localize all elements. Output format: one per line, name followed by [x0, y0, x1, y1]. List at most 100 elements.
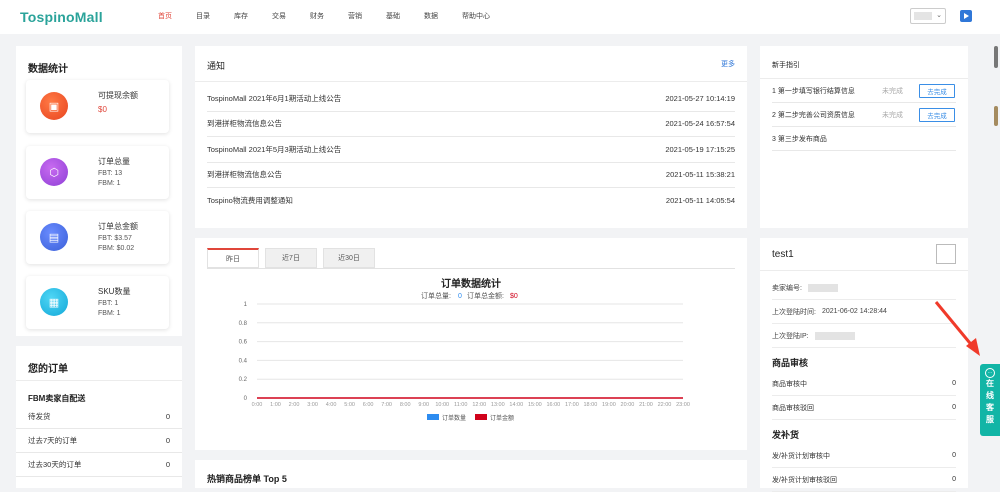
kv-value: 0	[952, 380, 956, 387]
seller-id-label: 卖家编号:	[772, 284, 802, 292]
order-line-chart: 订单数据统计 订单总量: 0 订单总金额: $0 00.20.40.60.81 …	[239, 277, 690, 422]
guide-step-3[interactable]: 3 第三步发布商品	[772, 127, 956, 151]
qrcode-icon: ▦	[40, 288, 68, 316]
notice-item[interactable]: 到港拼柜物流信息公告 2021-05-24 16:57:54	[207, 112, 735, 137]
notice-item-title: TospinoMall 2021年6月1期活动上线公告	[207, 93, 342, 103]
scroll-marker[interactable]	[994, 46, 998, 68]
kv-label: 发/补货计划审核中	[772, 452, 830, 460]
stat-sku-fbm: FBM: 1	[98, 310, 121, 317]
kv-label: 发/补货计划审核驳回	[772, 476, 837, 484]
legend-swatch[interactable]	[475, 414, 487, 420]
nav-inventory[interactable]: 库存	[234, 11, 248, 21]
x-tick-label: 0:00	[252, 402, 263, 408]
nav-data[interactable]: 数据	[424, 11, 438, 21]
restock-pending-row[interactable]: 发/补货计划审核中 0	[772, 444, 956, 468]
guide-complete-button[interactable]: 去完成	[919, 108, 955, 122]
stat-orders[interactable]: ⬡ 订单总量 FBT: 13 FBM: 1	[26, 146, 169, 199]
nav-marketing[interactable]: 营销	[348, 11, 362, 21]
nav-home[interactable]: 首页	[158, 11, 172, 21]
account-avatar-image	[936, 244, 956, 264]
x-tick-label: 1:00	[270, 402, 281, 408]
notice-more-link[interactable]: 更多	[721, 59, 735, 69]
document-icon: ▤	[40, 223, 68, 251]
x-tick-label: 9:00	[418, 402, 429, 408]
order-row-pending[interactable]: 待发货 0	[16, 405, 182, 429]
guide-title: 新手指引	[772, 62, 800, 69]
top-right-tools: ⌄	[910, 8, 972, 24]
legend-swatch[interactable]	[427, 414, 439, 420]
notice-item[interactable]: TospinoMall 2021年6月1期活动上线公告 2021-05-27 1…	[207, 86, 735, 112]
nav-catalog[interactable]: 目录	[196, 11, 210, 21]
stat-sku[interactable]: ▦ SKU数量 FBT: 1 FBM: 1	[26, 276, 169, 329]
stat-amount[interactable]: ▤ 订单总金额 FBT: $3.57 FBM: $0.02	[26, 211, 169, 264]
x-tick-label: 20:00	[621, 402, 635, 408]
seller-id-row: 卖家编号:	[772, 276, 956, 300]
fbm-subtitle: FBM卖家自配送	[28, 394, 86, 403]
x-tick-label: 18:00	[584, 402, 598, 408]
annotation-arrow	[934, 301, 980, 356]
y-tick-label: 0	[244, 396, 248, 402]
nav-trade[interactable]: 交易	[272, 11, 286, 21]
notice-item-title: 到港拼柜物流信息公告	[207, 170, 282, 180]
stat-withdrawable[interactable]: ▣ 可提现余额 $0	[26, 80, 169, 133]
order-row-value: 0	[165, 460, 170, 469]
notice-item[interactable]: Tospino物流费用调整通知 2021-05-11 14:05:54	[207, 188, 735, 214]
account-select[interactable]: ⌄	[910, 8, 946, 24]
restock-rejected-row[interactable]: 发/补货计划审核驳回 0	[772, 468, 956, 492]
y-tick-label: 0.4	[239, 358, 248, 364]
stat-withdrawable-label: 可提现余额	[98, 91, 138, 100]
top-bar: TospinoMall 首页 目录 库存 交易 财务 营销 基础 数据 帮助中心…	[0, 0, 1000, 34]
x-tick-label: 6:00	[363, 402, 374, 408]
x-tick-label: 5:00	[344, 402, 355, 408]
order-row-label: 待发货	[28, 412, 51, 421]
account-panel: test1 卖家编号: 上次登陆时间: 2021-06-02 14:28:44 …	[760, 238, 968, 492]
notice-item[interactable]: TospinoMall 2021年5月3期活动上线公告 2021-05-19 1…	[207, 137, 735, 163]
order-row-30days[interactable]: 过去30天的订单 0	[16, 453, 182, 477]
stat-orders-label: 订单总量	[98, 157, 130, 166]
x-tick-label: 16:00	[546, 402, 560, 408]
chart-subtitle-count-value: 0	[458, 293, 462, 300]
y-tick-label: 0.8	[239, 321, 248, 327]
stat-orders-fbt: FBT: 13	[98, 170, 123, 177]
guide-step-1: 1 第一步填写银行结算信息 未完成 去完成	[772, 79, 956, 103]
kv-label: 商品审核中	[772, 380, 807, 388]
goods-review-pending-row[interactable]: 商品审核中 0	[772, 372, 956, 396]
x-tick-label: 11:00	[454, 402, 467, 408]
stat-sku-label: SKU数量	[98, 287, 131, 296]
stats-title: 数据统计	[28, 64, 68, 75]
video-play-icon[interactable]	[960, 10, 972, 22]
stat-amount-fbt: FBT: $3.57	[98, 235, 132, 242]
last-login-time-label: 上次登陆时间:	[772, 308, 816, 316]
notice-item-title: TospinoMall 2021年5月3期活动上线公告	[207, 144, 342, 154]
y-tick-label: 1	[244, 302, 248, 308]
guide-step-2: 2 第二步完善公司资质信息 未完成 去完成	[772, 103, 956, 127]
order-row-7days[interactable]: 过去7天的订单 0	[16, 429, 182, 453]
notice-panel: 通知 更多 TospinoMall 2021年6月1期活动上线公告 2021-0…	[195, 46, 747, 228]
seller-id-redacted	[807, 283, 838, 292]
guide-panel: 新手指引 1 第一步填写银行结算信息 未完成 去完成 2 第二步完善公司资质信息…	[760, 46, 968, 228]
chart-subtitle-count-label: 订单总量:	[421, 291, 451, 300]
app-logo[interactable]: TospinoMall	[20, 9, 103, 25]
nav-help-center[interactable]: 帮助中心	[462, 11, 490, 21]
account-name: test1	[772, 249, 794, 260]
goods-review-rejected-row[interactable]: 商品审核驳回 0	[772, 396, 956, 420]
chart-subtitle: 订单总量: 0 订单总金额: $0	[421, 291, 518, 300]
x-tick-label: 7:00	[381, 402, 392, 408]
nav-finance[interactable]: 财务	[310, 11, 324, 21]
guide-complete-button[interactable]: 去完成	[919, 84, 955, 98]
kv-label: 商品审核驳回	[772, 404, 814, 412]
x-tick-label: 4:00	[326, 402, 337, 408]
stat-withdrawable-value: $0	[98, 105, 107, 114]
order-row-value: 0	[165, 436, 170, 445]
chart-title: 订单数据统计	[441, 277, 501, 290]
scroll-marker[interactable]	[994, 106, 998, 126]
order-chart-panel: 昨日 近7日 近30日 订单数据统计 订单总量: 0 订单总金额: $0 0 0.…	[195, 238, 747, 450]
x-tick-label: 2:00	[289, 402, 300, 408]
last-login-ip-redacted	[814, 331, 855, 340]
stat-orders-fbm: FBM: 1	[98, 180, 121, 187]
box-icon: ⬡	[40, 158, 68, 186]
notice-item[interactable]: 到港拼柜物流信息公告 2021-05-11 15:38:21	[207, 163, 735, 188]
stat-amount-label: 订单总金额	[98, 222, 138, 231]
nav-basic[interactable]: 基础	[386, 11, 400, 21]
kv-value: 0	[952, 476, 956, 483]
